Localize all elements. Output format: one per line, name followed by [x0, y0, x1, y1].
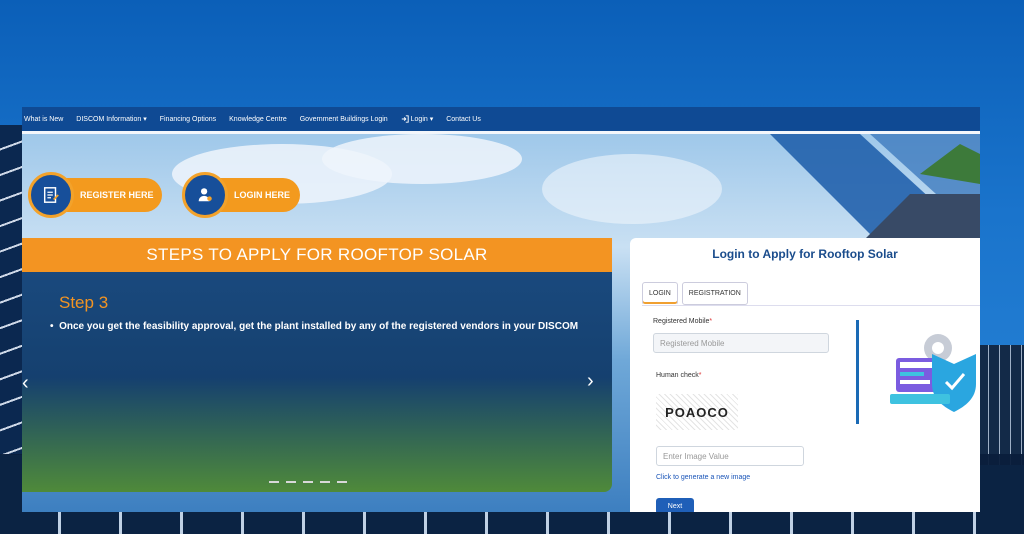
- carousel-dot[interactable]: [337, 481, 347, 483]
- captcha-image: POAOCO: [656, 394, 738, 430]
- screenshot-frame: What is New DISCOM Information ▾ Financi…: [22, 107, 980, 512]
- vertical-divider: [856, 320, 859, 424]
- user-icon: [182, 172, 228, 218]
- steps-carousel: STEPS TO APPLY FOR ROOFTOP SOLAR Step 3 …: [22, 238, 612, 492]
- registered-mobile-input[interactable]: Registered Mobile: [653, 333, 829, 353]
- register-here-button[interactable]: REGISTER HERE: [28, 172, 162, 218]
- step-description: • Once you get the feasibility approval,…: [50, 321, 579, 332]
- login-here-label: LOGIN HERE: [234, 190, 291, 200]
- login-title: Login to Apply for Rooftop Solar: [712, 247, 898, 261]
- chevron-right-icon[interactable]: ›: [587, 370, 594, 393]
- captcha-input[interactable]: Enter Image Value: [656, 446, 804, 466]
- step-title: Step 3: [59, 293, 109, 312]
- tab-divider: [642, 305, 980, 306]
- regenerate-captcha-link[interactable]: Click to generate a new image: [656, 474, 750, 481]
- nav-login-label: Login ▾: [410, 115, 434, 123]
- login-here-button[interactable]: LOGIN HERE: [182, 172, 300, 218]
- cloud: [542, 154, 722, 224]
- nav-discom-information[interactable]: DISCOM Information ▾: [76, 115, 146, 123]
- nav-knowledge-centre[interactable]: Knowledge Centre: [229, 116, 287, 123]
- login-tabs: LOGIN REGISTRATION: [642, 282, 748, 305]
- carousel-dot[interactable]: [320, 481, 330, 483]
- chevron-left-icon[interactable]: ‹: [22, 372, 29, 395]
- nav-financing-options[interactable]: Financing Options: [160, 116, 216, 123]
- nav-login[interactable]: Login ▾: [401, 115, 434, 123]
- carousel-indicators: [269, 481, 347, 483]
- top-navigation: What is New DISCOM Information ▾ Financi…: [22, 107, 980, 134]
- carousel-dot[interactable]: [286, 481, 296, 483]
- carousel-dot[interactable]: [303, 481, 313, 483]
- cloud: [322, 134, 522, 184]
- tab-registration[interactable]: REGISTRATION: [681, 282, 748, 305]
- hero-banner: REGISTER HERE LOGIN HERE STEPS TO APPLY …: [22, 134, 980, 512]
- nav-what-is-new[interactable]: What is New: [24, 116, 63, 123]
- steps-heading: STEPS TO APPLY FOR ROOFTOP SOLAR: [22, 238, 612, 272]
- login-arrow-icon: [401, 115, 409, 123]
- nav-government-buildings-login[interactable]: Government Buildings Login: [300, 116, 388, 123]
- security-illustration-icon: [890, 334, 976, 412]
- register-here-label: REGISTER HERE: [80, 190, 154, 200]
- mobile-label: Registered Mobile*: [653, 318, 713, 325]
- diagonal-panel-graphic: [770, 134, 980, 254]
- carousel-dot[interactable]: [269, 481, 279, 483]
- form-icon: [28, 172, 74, 218]
- step-text: Once you get the feasibility approval, g…: [59, 321, 579, 332]
- human-check-label: Human check*: [656, 372, 702, 379]
- tab-login[interactable]: LOGIN: [642, 282, 678, 305]
- login-panel: Login to Apply for Rooftop Solar LOGIN R…: [630, 238, 980, 512]
- nav-contact-us[interactable]: Contact Us: [446, 116, 481, 123]
- background-solar-panel-right: [978, 345, 1024, 465]
- next-button[interactable]: Next: [656, 498, 694, 512]
